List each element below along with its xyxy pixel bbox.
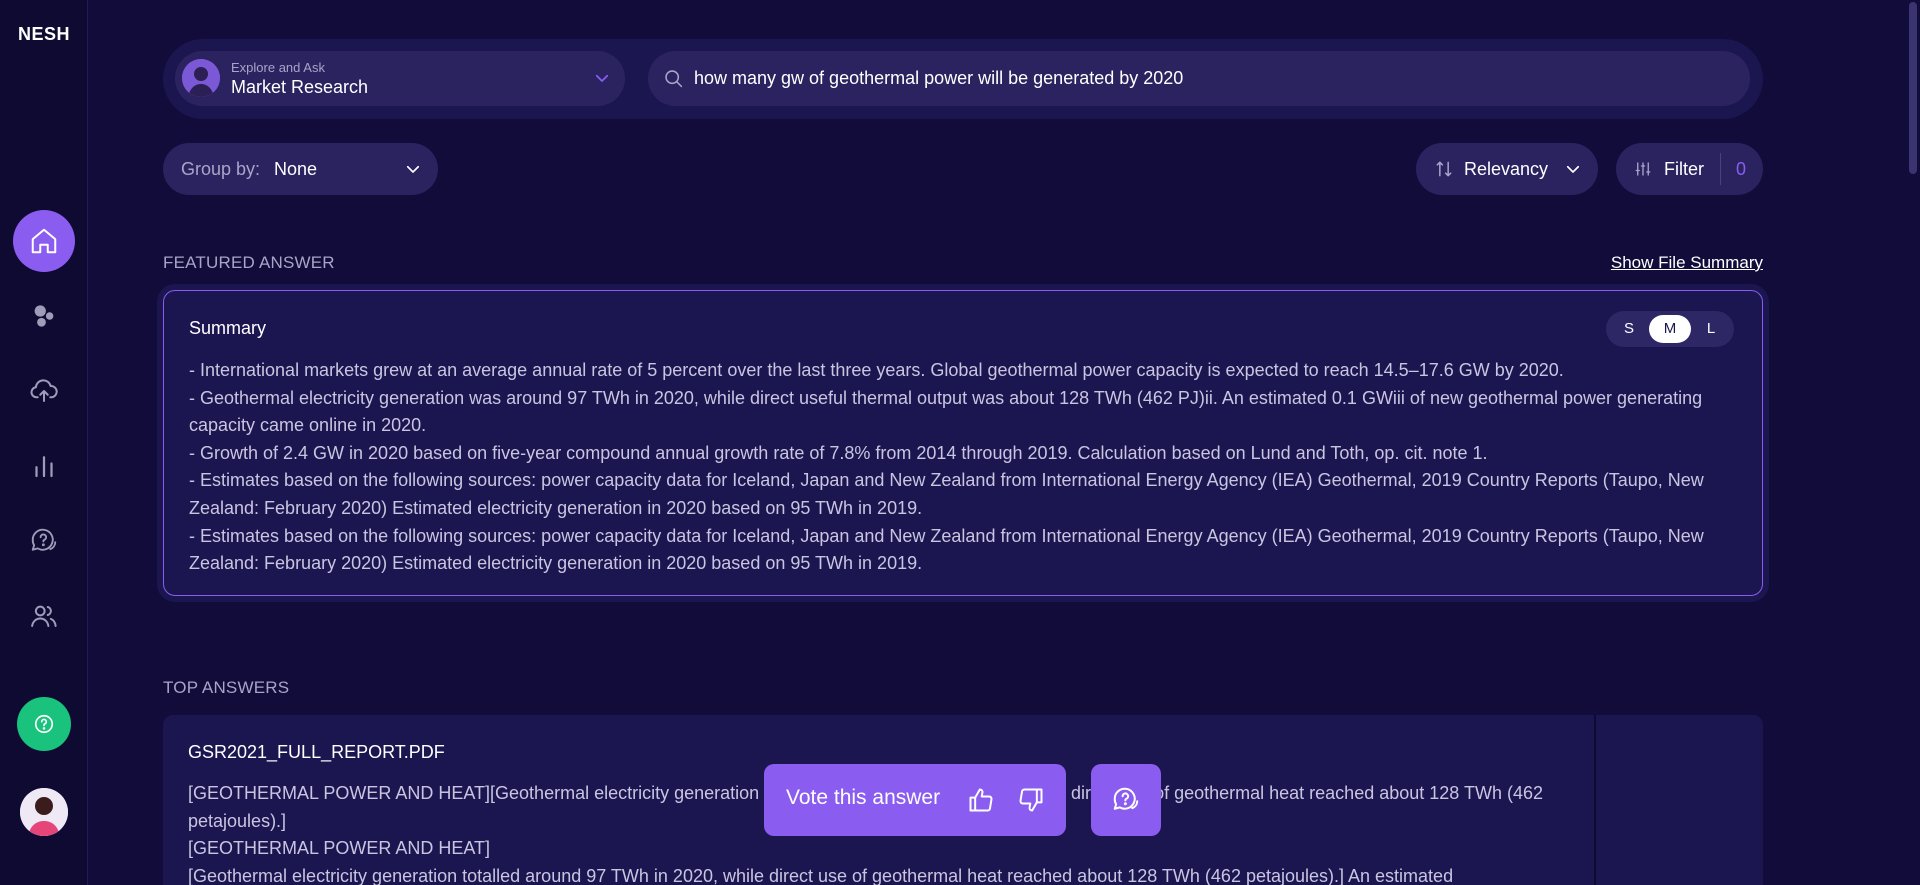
chevron-down-icon bbox=[595, 74, 609, 82]
answer-file-name[interactable]: GSR2021_FULL_REPORT.PDF bbox=[188, 742, 445, 763]
context-caption: Explore and Ask bbox=[231, 60, 325, 75]
context-avatar bbox=[182, 59, 220, 97]
summary-line: - International markets grew at an avera… bbox=[189, 360, 1564, 380]
sidebar: NESH bbox=[0, 0, 88, 885]
home-icon bbox=[31, 228, 57, 254]
questions-chat-icon bbox=[31, 528, 57, 551]
users-icon bbox=[31, 605, 57, 627]
answer-actions-panel bbox=[1594, 715, 1763, 885]
filter-label: Filter bbox=[1664, 159, 1704, 179]
search-bar: Explore and Ask Market Research bbox=[163, 39, 1763, 119]
context-selector[interactable]: Explore and Ask Market Research bbox=[175, 51, 625, 106]
size-option-s[interactable]: S bbox=[1608, 315, 1650, 343]
featured-answer-card: Summary S M L - International markets gr… bbox=[163, 290, 1763, 596]
sidebar-item-analytics[interactable] bbox=[13, 435, 75, 497]
chevron-down-icon bbox=[1566, 165, 1580, 173]
group-by-label: Group by: bbox=[181, 159, 261, 179]
sidebar-item-upload[interactable] bbox=[13, 360, 75, 422]
query-box bbox=[648, 51, 1750, 106]
summary-line: - Growth of 2.4 GW in 2020 based on five… bbox=[189, 442, 1488, 463]
sort-value: Relevancy bbox=[1464, 159, 1549, 179]
featured-answer-heading: FEATURED ANSWER bbox=[163, 253, 335, 272]
search-input[interactable] bbox=[694, 51, 1734, 106]
user-avatar[interactable] bbox=[20, 788, 68, 836]
size-option-m[interactable]: M bbox=[1649, 315, 1691, 343]
sidebar-item-questions[interactable] bbox=[13, 510, 75, 572]
avatar-image bbox=[20, 788, 68, 836]
filter-divider bbox=[1720, 153, 1721, 185]
vote-label: Vote this answer bbox=[786, 786, 941, 809]
answer-line: [GEOTHERMAL POWER AND HEAT] bbox=[188, 838, 491, 859]
sidebar-item-home[interactable] bbox=[13, 210, 75, 272]
context-value: Market Research bbox=[231, 77, 369, 97]
app-logo[interactable]: NESH bbox=[0, 24, 88, 45]
top-answers-heading: TOP ANSWERS bbox=[163, 678, 290, 697]
chat-button[interactable] bbox=[1091, 764, 1161, 836]
answer-line: [Geothermal electricity generation total… bbox=[188, 865, 1454, 885]
size-option-l[interactable]: L bbox=[1690, 315, 1732, 343]
sidebar-item-users[interactable] bbox=[13, 585, 75, 647]
page-scrollbar[interactable] bbox=[1906, 0, 1920, 885]
thumbs-up-icon[interactable] bbox=[967, 786, 995, 814]
group-by-select[interactable]: Group by: None bbox=[163, 143, 438, 195]
help-button[interactable] bbox=[17, 697, 71, 751]
sort-arrows-icon bbox=[1436, 161, 1452, 177]
search-icon bbox=[665, 70, 683, 88]
upload-cloud-icon bbox=[30, 379, 58, 402]
summary-line: - Estimates based on the following sourc… bbox=[189, 525, 1704, 574]
filter-button[interactable]: Filter 0 bbox=[1616, 143, 1763, 195]
sliders-icon bbox=[1635, 162, 1651, 176]
thumbs-down-icon[interactable] bbox=[1017, 786, 1045, 814]
summary-size-toggle: S M L bbox=[1606, 311, 1734, 347]
scrollbar-thumb[interactable] bbox=[1909, 2, 1917, 174]
summary-line: - Geothermal electricity generation was … bbox=[189, 387, 1703, 436]
help-icon bbox=[34, 714, 54, 734]
summary-line: - Estimates based on the following sourc… bbox=[189, 470, 1704, 518]
vote-panel: Vote this answer bbox=[764, 764, 1066, 836]
sort-select[interactable]: Relevancy bbox=[1416, 143, 1598, 195]
bubbles-icon bbox=[34, 305, 54, 327]
filter-count: 0 bbox=[1736, 159, 1747, 179]
group-by-value: None bbox=[274, 159, 318, 179]
questions-chat-icon bbox=[1113, 787, 1139, 810]
sidebar-item-clusters[interactable] bbox=[13, 285, 75, 347]
summary-title: Summary bbox=[189, 318, 267, 338]
bar-chart-icon bbox=[35, 456, 53, 478]
chevron-down-icon bbox=[406, 165, 420, 173]
summary-text: - International markets grew at an avera… bbox=[189, 357, 1744, 578]
show-file-summary-link[interactable]: Show File Summary bbox=[1611, 253, 1763, 273]
